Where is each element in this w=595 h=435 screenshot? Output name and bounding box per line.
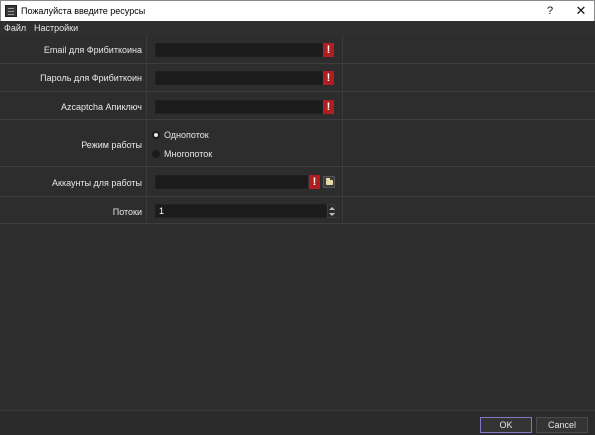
title-bar: Пожалуйста введите ресурсы ? ✕ <box>0 0 595 21</box>
menu-bar: Файл Настройки <box>0 21 595 35</box>
resource-form: Email для Фрибиткоина ! Пароль для Фриби… <box>0 35 595 410</box>
threads-label: Потоки <box>112 207 142 217</box>
browse-folder-button[interactable] <box>323 176 335 188</box>
mode-label: Режим работы <box>81 140 142 150</box>
row-azcaptcha: Azcaptcha Апиключ ! <box>0 92 595 120</box>
radio-single-thread-dot[interactable] <box>152 131 160 139</box>
ok-button[interactable]: OK <box>480 417 532 433</box>
radio-multi-thread-dot[interactable] <box>152 150 160 158</box>
password-label: Пароль для Фрибиткоин <box>40 73 142 83</box>
accounts-field[interactable] <box>155 175 308 189</box>
azcaptcha-warning-icon: ! <box>323 100 334 114</box>
folder-icon <box>326 178 333 185</box>
spin-down-icon[interactable] <box>329 213 335 216</box>
azcaptcha-field[interactable] <box>155 100 323 114</box>
email-label: Email для Фрибиткоина <box>43 45 142 55</box>
dialog-footer: OK Cancel <box>0 410 595 435</box>
email-field[interactable] <box>155 43 323 57</box>
threads-input[interactable]: 1 <box>155 204 327 218</box>
row-threads: Потоки 1 <box>0 197 595 224</box>
close-button[interactable]: ✕ <box>569 3 593 19</box>
azcaptcha-label: Azcaptcha Апиключ <box>61 102 142 112</box>
email-warning-icon: ! <box>323 43 334 57</box>
menu-file[interactable]: Файл <box>4 23 26 33</box>
accounts-label: Аккаунты для работы <box>52 178 142 188</box>
accounts-warning-icon: ! <box>309 175 320 189</box>
menu-settings[interactable]: Настройки <box>34 23 78 33</box>
row-mode: Режим работы Однопоток Многопоток <box>0 120 595 167</box>
threads-spinner[interactable] <box>327 204 335 218</box>
row-password: Пароль для Фрибиткоин ! <box>0 64 595 92</box>
spin-up-icon[interactable] <box>329 207 335 210</box>
row-accounts: Аккаунты для работы ! <box>0 167 595 197</box>
radio-single-thread-label: Однопоток <box>164 130 209 140</box>
app-icon <box>5 5 17 17</box>
radio-multi-thread-label: Многопоток <box>164 149 213 159</box>
row-email: Email для Фрибиткоина ! <box>0 35 595 64</box>
window-title: Пожалуйста введите ресурсы <box>21 6 146 16</box>
cancel-button[interactable]: Cancel <box>536 417 588 433</box>
help-button[interactable]: ? <box>538 3 562 19</box>
password-field[interactable] <box>155 71 323 85</box>
password-warning-icon: ! <box>323 71 334 85</box>
